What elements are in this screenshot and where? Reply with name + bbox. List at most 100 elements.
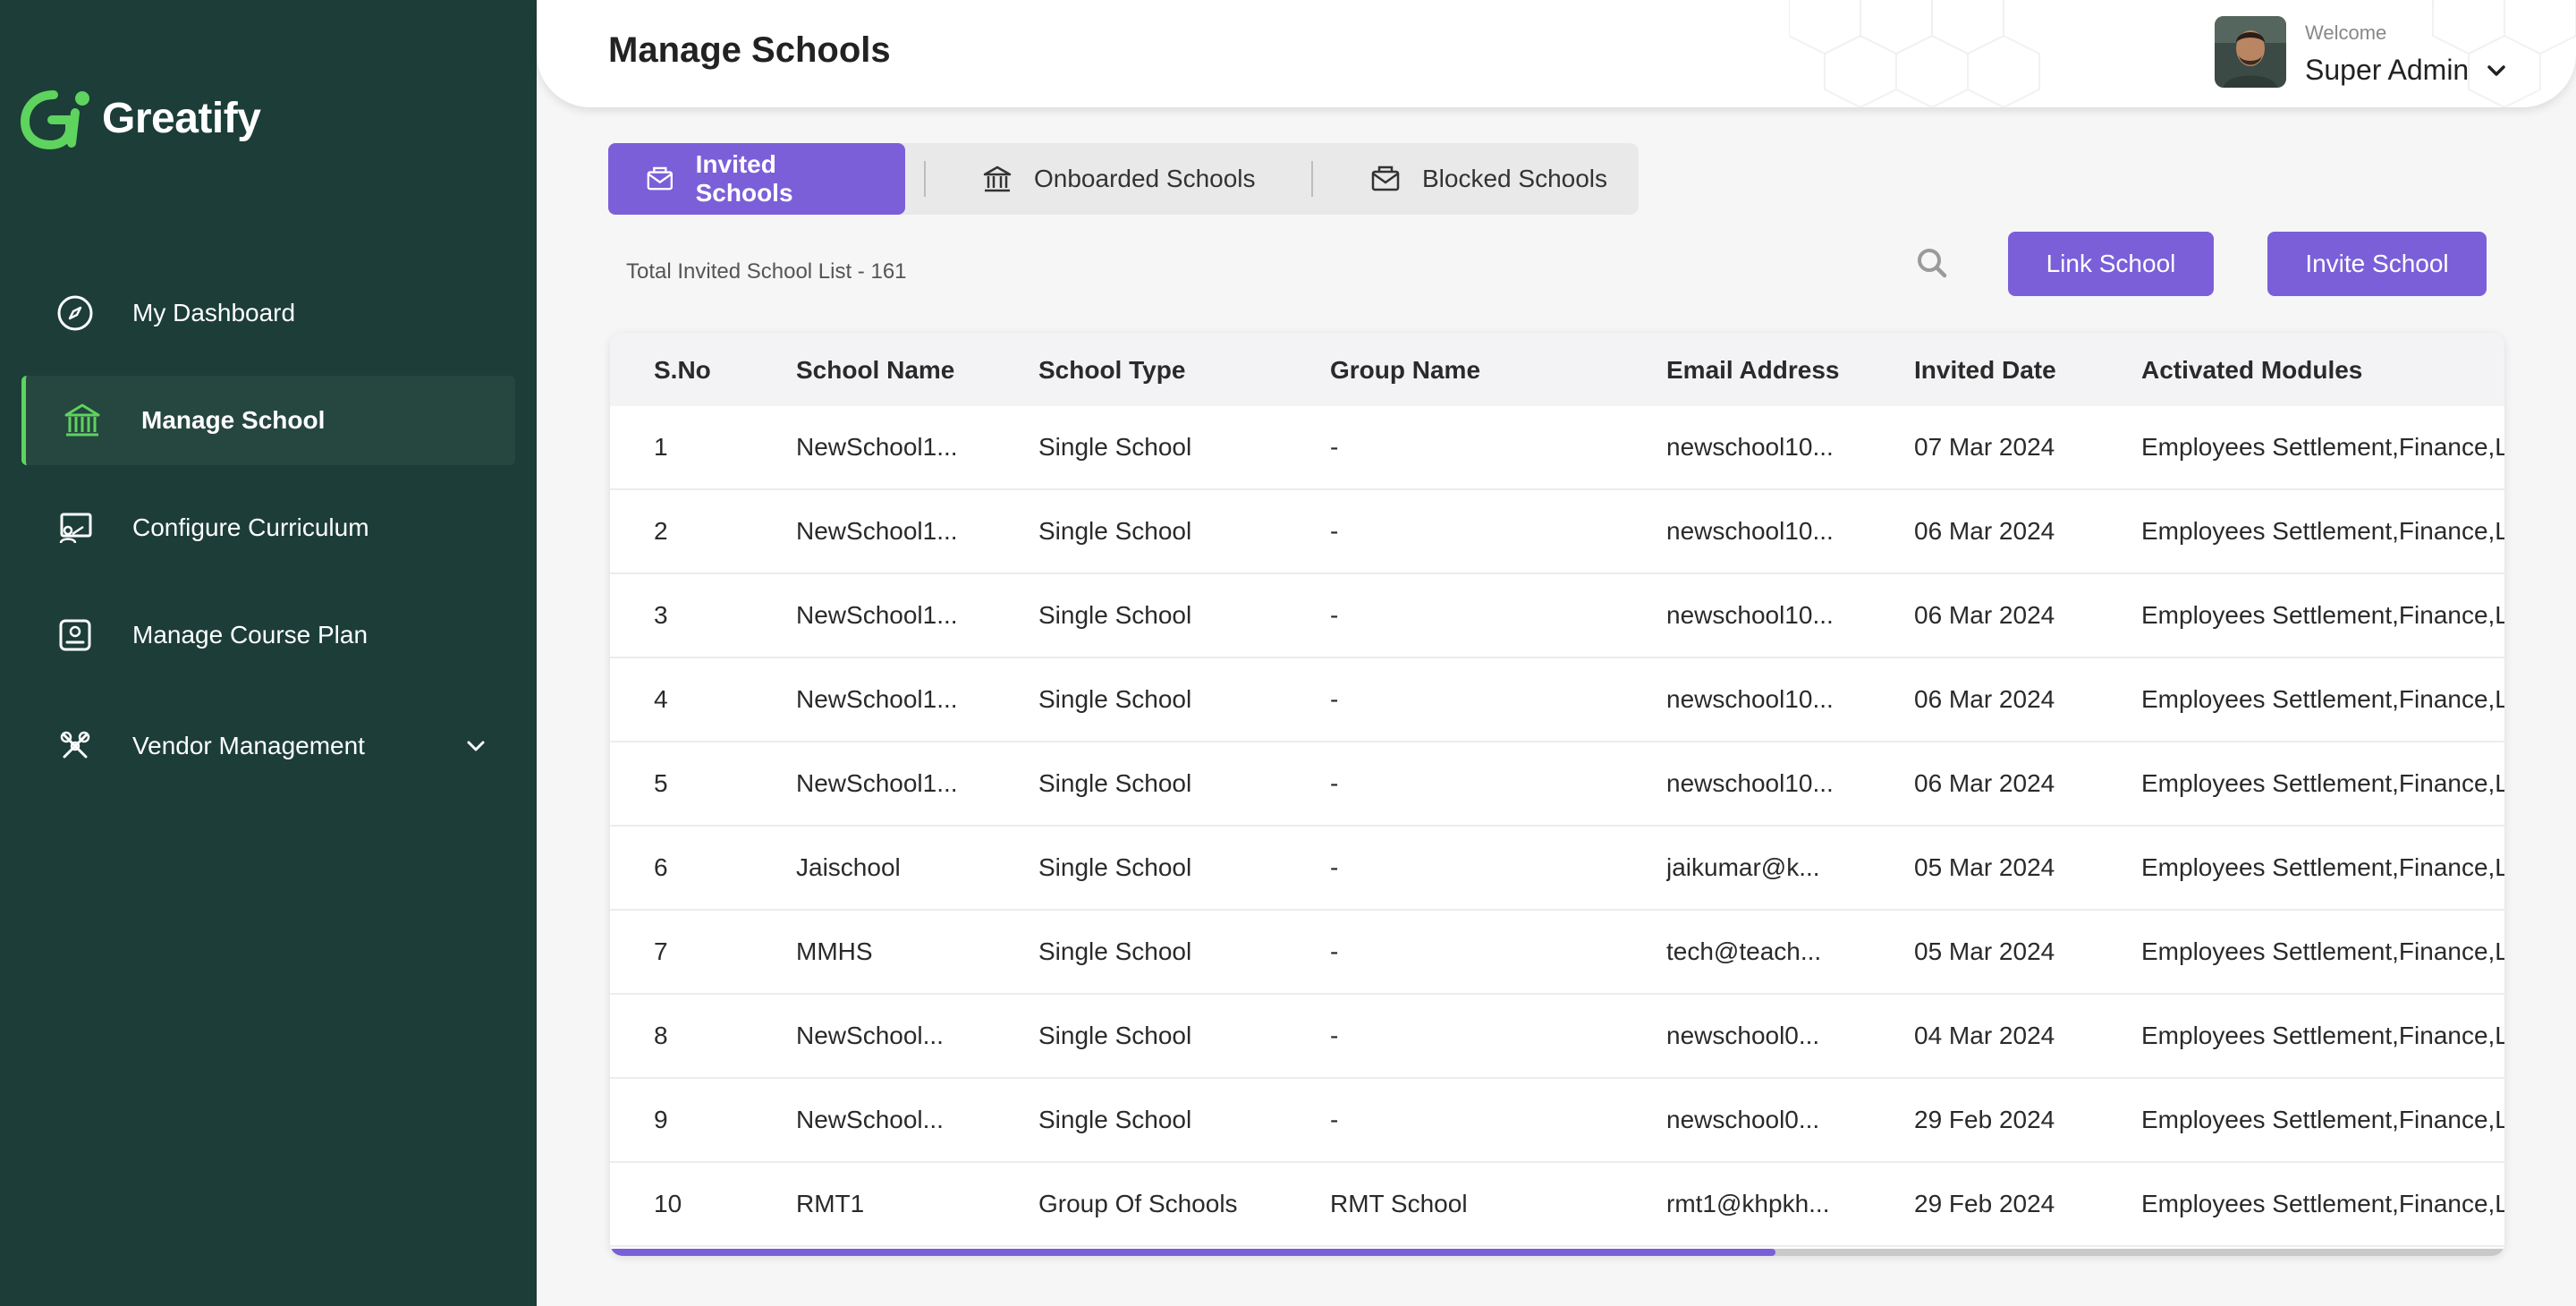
teacher-board-icon	[55, 508, 95, 547]
sidebar-item-label: My Dashboard	[132, 299, 296, 326]
sidebar-item-configure-curriculum[interactable]: Configure Curriculum	[21, 483, 515, 572]
blocked-envelope-icon	[1371, 165, 1400, 191]
cell-group-name: RMT School	[1330, 1190, 1468, 1217]
table-row[interactable]: 1 NewSchool1... Single School - newschool10.…	[610, 406, 2504, 490]
cell-school-name: NewSchool1...	[796, 433, 958, 461]
cell-group-name: -	[1330, 853, 1339, 881]
cell-sno: 5	[654, 769, 668, 797]
cell-invited-date: 05 Mar 2024	[1914, 853, 2055, 881]
tab-divider	[924, 161, 926, 197]
table-row[interactable]: 10 RMT1 Group Of Schools RMT School rmt1@khp…	[610, 1163, 2504, 1247]
tab-onboarded-schools[interactable]: Onboarded Schools	[982, 143, 1256, 215]
cell-invited-date: 29 Feb 2024	[1914, 1106, 2055, 1133]
cell-school-name: NewSchool1...	[796, 769, 958, 797]
cell-email: newschool10...	[1666, 601, 1834, 629]
table-row[interactable]: 6 Jaischool Single School - jaikumar@k... 05 …	[610, 827, 2504, 911]
avatar[interactable]	[2215, 16, 2286, 88]
cell-email: newschool10...	[1666, 517, 1834, 545]
cell-invited-date: 07 Mar 2024	[1914, 433, 2055, 461]
cell-email: newschool10...	[1666, 685, 1834, 713]
cell-activated-modules: Employees Settlement,Finance,L	[2141, 433, 2504, 461]
cell-sno: 7	[654, 937, 668, 965]
table-row[interactable]: 7 MMHS Single School - tech@teach... 05 Mar 2…	[610, 911, 2504, 995]
cell-activated-modules: Employees Settlement,Finance,L	[2141, 685, 2504, 713]
cell-activated-modules: Employees Settlement,Finance,L	[2141, 853, 2504, 881]
chevron-down-icon[interactable]	[463, 734, 488, 759]
cell-invited-date: 29 Feb 2024	[1914, 1190, 2055, 1217]
cell-email: rmt1@khpkh...	[1666, 1190, 1830, 1217]
cell-invited-date: 06 Mar 2024	[1914, 685, 2055, 713]
cell-school-name: NewSchool1...	[796, 685, 958, 713]
cell-school-type: Group Of Schools	[1038, 1190, 1238, 1217]
cell-email: newschool10...	[1666, 769, 1834, 797]
cell-sno: 9	[654, 1106, 668, 1133]
table-row[interactable]: 3 NewSchool1... Single School - newschool10.…	[610, 574, 2504, 658]
sidebar-item-vendor-management[interactable]: Vendor Management	[21, 701, 515, 791]
sidebar-item-label: Manage Course Plan	[132, 621, 369, 649]
cell-group-name: -	[1330, 433, 1339, 461]
tab-label: Blocked Schools	[1422, 165, 1608, 192]
tab-invited-schools[interactable]: Invited Schools	[608, 143, 905, 215]
scrollbar-thumb[interactable]	[610, 1249, 1775, 1256]
sidebar-item-manage-course-plan[interactable]: Manage Course Plan	[21, 590, 515, 680]
cell-school-type: Single School	[1038, 517, 1192, 545]
user-name[interactable]: Super Admin	[2305, 54, 2469, 87]
cell-school-type: Single School	[1038, 433, 1192, 461]
tab-label: Invited Schools	[695, 150, 793, 207]
cell-email: jaikumar@k...	[1666, 853, 1820, 881]
cell-email: newschool10...	[1666, 433, 1834, 461]
column-header-school-type: School Type	[1038, 356, 1186, 384]
link-school-button[interactable]: Link School	[2008, 232, 2214, 296]
cell-activated-modules: Employees Settlement,Finance,L	[2141, 937, 2504, 965]
table-row[interactable]: 2 NewSchool1... Single School - newschool10.…	[610, 490, 2504, 574]
cell-school-type: Single School	[1038, 601, 1192, 629]
column-header-group-name: Group Name	[1330, 356, 1481, 384]
chevron-down-icon[interactable]	[2485, 59, 2508, 82]
sidebar-item-manage-school[interactable]: Manage School	[21, 376, 515, 465]
table-row[interactable]: 5 NewSchool1... Single School - newschool10.…	[610, 742, 2504, 827]
horizontal-scrollbar[interactable]	[610, 1249, 2504, 1256]
tab-blocked-schools[interactable]: Blocked Schools	[1370, 143, 1607, 215]
invite-school-button[interactable]: Invite School	[2267, 232, 2487, 296]
cell-invited-date: 05 Mar 2024	[1914, 937, 2055, 965]
user-avatar-icon	[2215, 16, 2286, 88]
invited-schools-table: S.No School Name School Type Group Name …	[610, 333, 2504, 1256]
school-status-tabs: Invited Schools Onboarded Schools Blocke…	[608, 143, 1639, 215]
cell-activated-modules: Employees Settlement,Finance,L	[2141, 769, 2504, 797]
cell-school-name: RMT1	[796, 1190, 865, 1217]
table-row[interactable]: 8 NewSchool... Single School - newschool0...…	[610, 995, 2504, 1079]
sidebar-item-label: Vendor Management	[132, 732, 365, 759]
cell-sno: 4	[654, 685, 668, 713]
cell-invited-date: 06 Mar 2024	[1914, 517, 2055, 545]
cell-activated-modules: Employees Settlement,Finance,L	[2141, 1190, 2504, 1217]
sidebar-item-my-dashboard[interactable]: My Dashboard	[21, 268, 515, 358]
cell-school-type: Single School	[1038, 1022, 1192, 1049]
cell-school-name: NewSchool...	[796, 1022, 944, 1049]
cell-group-name: -	[1330, 601, 1339, 629]
cell-group-name: -	[1330, 1022, 1339, 1049]
search-icon[interactable]	[1914, 245, 1950, 281]
sidebar: Greatify My Dashboard Manage School Conf…	[0, 0, 537, 1306]
cell-activated-modules: Employees Settlement,Finance,L	[2141, 601, 2504, 629]
cell-school-name: NewSchool...	[796, 1106, 944, 1133]
cell-group-name: -	[1330, 1106, 1339, 1133]
cell-activated-modules: Employees Settlement,Finance,L	[2141, 517, 2504, 545]
cell-email: tech@teach...	[1666, 937, 1822, 965]
sidebar-item-label: Manage School	[141, 406, 326, 434]
tab-label: Onboarded Schools	[1034, 165, 1256, 192]
cell-school-name: MMHS	[796, 937, 873, 965]
vendor-icon	[55, 726, 95, 766]
cell-school-type: Single School	[1038, 769, 1192, 797]
table-row[interactable]: 9 NewSchool... Single School - newschool0...…	[610, 1079, 2504, 1163]
school-building-icon	[983, 165, 1012, 192]
table-row[interactable]: 4 NewSchool1... Single School - newschool10.…	[610, 658, 2504, 742]
cell-group-name: -	[1330, 685, 1339, 713]
column-header-school-name: School Name	[796, 356, 955, 384]
cell-invited-date: 06 Mar 2024	[1914, 769, 2055, 797]
sidebar-item-label: Configure Curriculum	[132, 513, 369, 541]
brand-logo[interactable]: Greatify	[20, 86, 261, 150]
cell-activated-modules: Employees Settlement,Finance,L	[2141, 1106, 2504, 1133]
cell-group-name: -	[1330, 517, 1339, 545]
cell-sno: 10	[654, 1190, 682, 1217]
column-header-sno: S.No	[654, 356, 711, 384]
